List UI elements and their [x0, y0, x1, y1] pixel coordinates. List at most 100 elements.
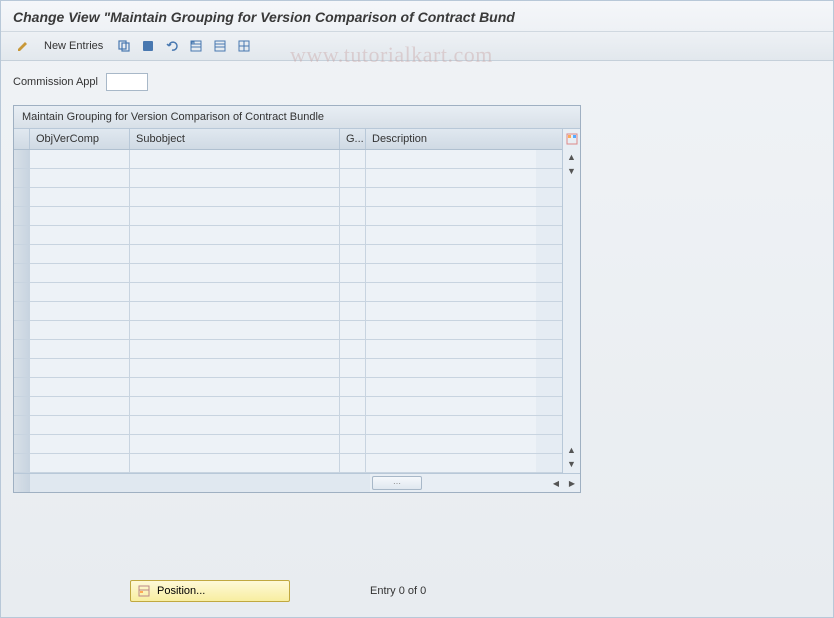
cell-objvercomp[interactable] — [30, 397, 130, 415]
cell-g[interactable] — [340, 245, 366, 263]
cell-objvercomp[interactable] — [30, 207, 130, 225]
row-selector[interactable] — [14, 283, 30, 301]
cell-subobject[interactable] — [130, 188, 340, 206]
row-selector[interactable] — [14, 188, 30, 206]
cell-objvercomp[interactable] — [30, 321, 130, 339]
cell-objvercomp[interactable] — [30, 416, 130, 434]
row-selector-header[interactable] — [14, 129, 30, 149]
row-selector[interactable] — [14, 226, 30, 244]
table-row[interactable] — [14, 416, 562, 435]
cell-g[interactable] — [340, 359, 366, 377]
col-header-subobject[interactable]: Subobject — [130, 129, 340, 149]
cell-subobject[interactable] — [130, 359, 340, 377]
scroll-left-icon[interactable]: ◀ — [548, 476, 564, 490]
cell-subobject[interactable] — [130, 378, 340, 396]
table-row[interactable] — [14, 150, 562, 169]
cell-objvercomp[interactable] — [30, 169, 130, 187]
cell-subobject[interactable] — [130, 454, 340, 472]
table-config-icon[interactable] — [563, 131, 581, 150]
table-row[interactable] — [14, 226, 562, 245]
row-selector[interactable] — [14, 169, 30, 187]
new-entries-button[interactable]: New Entries — [37, 37, 110, 55]
row-selector[interactable] — [14, 378, 30, 396]
cell-description[interactable] — [366, 169, 536, 187]
cell-objvercomp[interactable] — [30, 283, 130, 301]
col-header-description[interactable]: Description — [366, 129, 536, 149]
row-selector[interactable] — [14, 359, 30, 377]
table-row[interactable] — [14, 283, 562, 302]
table-row[interactable] — [14, 188, 562, 207]
cell-description[interactable] — [366, 245, 536, 263]
row-selector[interactable] — [14, 264, 30, 282]
row-selector[interactable] — [14, 321, 30, 339]
table-row[interactable] — [14, 207, 562, 226]
cell-g[interactable] — [340, 416, 366, 434]
row-selector[interactable] — [14, 397, 30, 415]
row-selector[interactable] — [14, 435, 30, 453]
cell-objvercomp[interactable] — [30, 454, 130, 472]
cell-objvercomp[interactable] — [30, 435, 130, 453]
cell-description[interactable] — [366, 321, 536, 339]
row-selector[interactable] — [14, 150, 30, 168]
cell-g[interactable] — [340, 283, 366, 301]
row-selector[interactable] — [14, 207, 30, 225]
row-selector[interactable] — [14, 340, 30, 358]
cell-subobject[interactable] — [130, 226, 340, 244]
cell-objvercomp[interactable] — [30, 245, 130, 263]
cell-subobject[interactable] — [130, 397, 340, 415]
cell-g[interactable] — [340, 207, 366, 225]
cell-g[interactable] — [340, 454, 366, 472]
scroll-down-small-icon[interactable]: ▼ — [563, 164, 580, 178]
cell-description[interactable] — [366, 454, 536, 472]
table-row[interactable] — [14, 454, 562, 473]
cell-g[interactable] — [340, 264, 366, 282]
cell-subobject[interactable] — [130, 264, 340, 282]
row-selector[interactable] — [14, 416, 30, 434]
deselect-all-icon[interactable] — [210, 36, 230, 56]
cell-description[interactable] — [366, 207, 536, 225]
cell-description[interactable] — [366, 359, 536, 377]
hscroll-handle[interactable]: ⋯ — [372, 476, 422, 490]
cell-g[interactable] — [340, 226, 366, 244]
cell-subobject[interactable] — [130, 245, 340, 263]
cell-g[interactable] — [340, 169, 366, 187]
undo-icon[interactable] — [162, 36, 182, 56]
save-icon[interactable] — [138, 36, 158, 56]
cell-g[interactable] — [340, 340, 366, 358]
scroll-right-icon[interactable]: ▶ — [564, 476, 580, 490]
cell-g[interactable] — [340, 302, 366, 320]
cell-objvercomp[interactable] — [30, 302, 130, 320]
config-icon[interactable] — [234, 36, 254, 56]
copy-icon[interactable] — [114, 36, 134, 56]
footer-row-selector[interactable] — [14, 474, 30, 492]
cell-g[interactable] — [340, 321, 366, 339]
position-button[interactable]: Position... — [130, 580, 290, 602]
cell-subobject[interactable] — [130, 169, 340, 187]
select-all-icon[interactable] — [186, 36, 206, 56]
cell-subobject[interactable] — [130, 321, 340, 339]
table-row[interactable] — [14, 397, 562, 416]
cell-objvercomp[interactable] — [30, 264, 130, 282]
cell-description[interactable] — [366, 378, 536, 396]
row-selector[interactable] — [14, 302, 30, 320]
scroll-up-icon[interactable]: ▲ — [563, 150, 580, 164]
cell-objvercomp[interactable] — [30, 188, 130, 206]
scroll-up-small-icon[interactable]: ▲ — [563, 443, 580, 457]
cell-g[interactable] — [340, 435, 366, 453]
cell-description[interactable] — [366, 264, 536, 282]
vertical-scrollbar[interactable]: ▲ ▼ ▲ ▼ — [562, 129, 580, 473]
cell-description[interactable] — [366, 302, 536, 320]
cell-subobject[interactable] — [130, 207, 340, 225]
cell-description[interactable] — [366, 188, 536, 206]
cell-subobject[interactable] — [130, 435, 340, 453]
horizontal-scrollbar[interactable]: ⋯ ◀ ▶ — [370, 474, 580, 492]
cell-subobject[interactable] — [130, 416, 340, 434]
row-selector[interactable] — [14, 454, 30, 472]
table-row[interactable] — [14, 264, 562, 283]
cell-objvercomp[interactable] — [30, 150, 130, 168]
cell-description[interactable] — [366, 416, 536, 434]
cell-description[interactable] — [366, 283, 536, 301]
cell-description[interactable] — [366, 340, 536, 358]
cell-description[interactable] — [366, 226, 536, 244]
cell-subobject[interactable] — [130, 283, 340, 301]
